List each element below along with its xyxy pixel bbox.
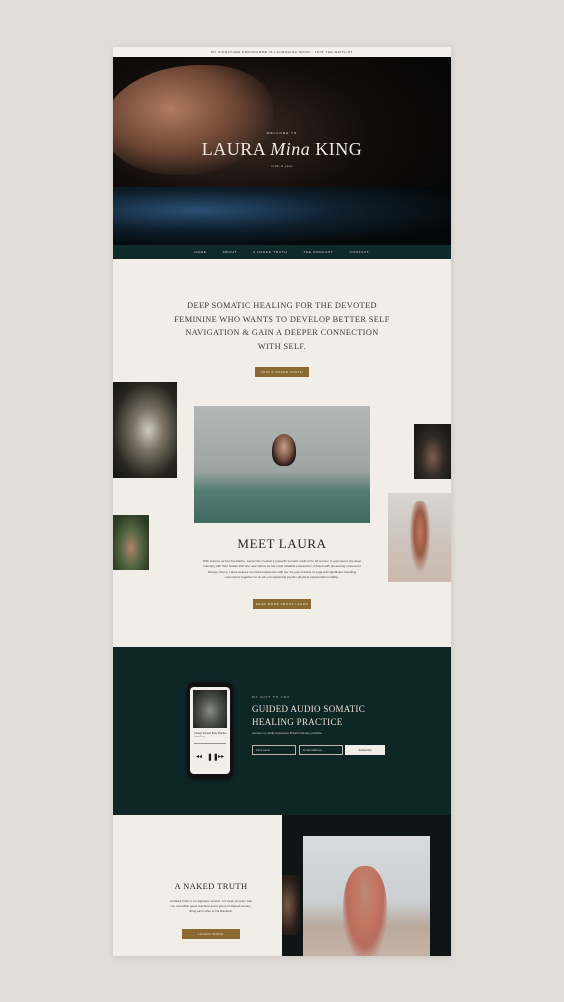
website-mockup: MY SIGNATURE PROGRAMME IS LAUNCHING SOON… xyxy=(113,47,451,956)
laughing-figure xyxy=(343,866,387,956)
hero-name-last: KING xyxy=(315,139,363,159)
audio-track-artist: Laura King xyxy=(194,736,205,738)
learn-more-button[interactable]: LEARN MORE xyxy=(182,929,240,939)
audio-track-title: A Deep Somatic Body Practice xyxy=(194,732,227,735)
nav-about[interactable]: ABOUT xyxy=(223,250,237,254)
ocean-figure xyxy=(272,434,296,466)
hero-welcome: WELCOME TO xyxy=(266,131,298,135)
nav-the-podcast[interactable]: THE PODCAST xyxy=(303,250,333,254)
gift-description: Access my wildly expansive Breath intima… xyxy=(252,731,322,735)
hero-section: WELCOME TO LAURA Mina KING craft & care xyxy=(113,57,451,245)
phone-mockup: A Deep Somatic Body Practice Laura King … xyxy=(187,682,233,779)
rewind-icon[interactable]: ◂◂ xyxy=(196,753,202,760)
hero-water-image xyxy=(113,187,451,245)
laura-ocean-photo xyxy=(194,406,370,523)
gift-section: A Deep Somatic Body Practice Laura King … xyxy=(113,647,451,815)
gift-kicker: MY GIFT TO YOU xyxy=(252,695,291,699)
meet-laura-title: MEET LAURA xyxy=(237,536,327,551)
read-more-about-laura-button[interactable]: READ MORE ABOUT LAURA xyxy=(253,599,311,609)
announcement-bar[interactable]: MY SIGNATURE PROGRAMME IS LAUNCHING SOON… xyxy=(113,47,451,57)
pause-icon[interactable]: ❚❚ xyxy=(207,753,219,761)
meet-laura-text: With science as her foundation, Laura ha… xyxy=(202,559,362,580)
intro-tagline: DEEP SOMATIC HEALING FOR THE DEVOTED FEM… xyxy=(174,301,390,351)
phone-screen: A Deep Somatic Body Practice Laura King … xyxy=(190,687,230,774)
nav-a-naked-truth[interactable]: A NAKED TRUTH xyxy=(253,250,287,254)
join-naked-truth-button[interactable]: JOIN A NAKED TRUTH xyxy=(255,367,309,377)
naked-truth-text: A Naked Truth is my signature service. A… xyxy=(169,899,253,914)
nav-home[interactable]: HOME xyxy=(195,250,207,254)
naked-truth-title: A NAKED TRUTH xyxy=(174,881,248,891)
fast-forward-icon[interactable]: ▸▸ xyxy=(218,753,224,760)
audio-cover-art xyxy=(193,690,227,728)
first-name-field[interactable]: First name xyxy=(252,745,296,755)
hero-name: LAURA Mina KING xyxy=(113,139,451,160)
laura-draped-photo xyxy=(113,382,177,478)
nav-contact[interactable]: CONTACT xyxy=(350,250,370,254)
hero-subtitle: craft & care xyxy=(271,164,293,168)
laura-rock-photo xyxy=(414,424,451,479)
email-field[interactable]: Email address xyxy=(299,745,343,755)
hero-name-middle: Mina xyxy=(270,139,311,159)
hero-name-first: LAURA xyxy=(201,139,266,159)
subscribe-button[interactable]: Subscribe xyxy=(345,745,385,755)
main-nav: HOME ABOUT A NAKED TRUTH THE PODCAST CON… xyxy=(113,245,451,259)
audio-progress-bar[interactable] xyxy=(194,743,226,744)
laura-laughing-photo xyxy=(303,836,430,956)
gift-title: GUIDED AUDIO SOMATIC HEALING PRACTICE xyxy=(252,704,365,727)
